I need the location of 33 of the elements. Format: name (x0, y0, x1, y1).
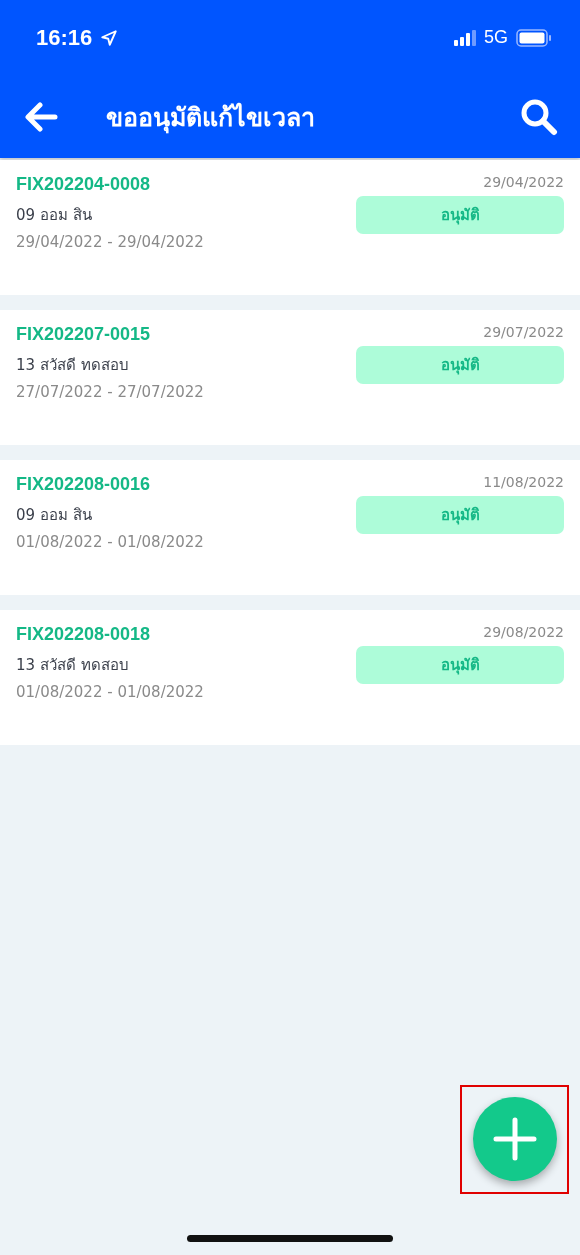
location-arrow-icon (100, 28, 119, 47)
date-range: 01/08/2022 - 01/08/2022 (16, 683, 204, 701)
status-badge: อนุมัติ (356, 646, 564, 684)
request-code: FIX202204-0008 (16, 174, 152, 195)
page-title: ขออนุมัติแก้ไขเวลา (106, 101, 316, 136)
employee-name: 13 สวัสดี ทดสอบ (16, 355, 130, 376)
request-code: FIX202208-0016 (16, 474, 152, 495)
request-card[interactable]: FIX202208-0016 09 ออม สิน 01/08/2022 - 01/08/2022 11/08/2022 อนุมัติ (0, 460, 580, 595)
date-range: 29/04/2022 - 29/04/2022 (16, 233, 204, 251)
employee-name: 13 สวัสดี ทดสอบ (16, 655, 130, 676)
status-badge: อนุมัติ (356, 346, 564, 384)
back-button[interactable] (24, 101, 58, 132)
employee-name: 09 ออม สิน (16, 205, 93, 226)
request-card[interactable]: FIX202208-0018 13 สวัสดี ทดสอบ 01/08/2022 - 01/08/2022 29/08/2022 อนุมัติ (0, 610, 580, 745)
status-badge: อนุมัติ (356, 196, 564, 234)
request-date: 29/04/2022 (483, 174, 564, 190)
date-range: 01/08/2022 - 01/08/2022 (16, 533, 204, 551)
network-label: 5G (484, 27, 508, 48)
signal-icon (454, 29, 476, 46)
employee-name: 09 ออม สิน (16, 505, 93, 526)
request-date: 29/07/2022 (483, 324, 564, 340)
battery-icon (516, 28, 552, 47)
search-button[interactable] (520, 97, 558, 136)
request-code: FIX202208-0018 (16, 624, 152, 645)
request-card[interactable]: FIX202204-0008 09 ออม สิน 29/04/2022 - 29/04/2022 29/04/2022 อนุมัติ (0, 160, 580, 295)
request-card[interactable]: FIX202207-0015 13 สวัสดี ทดสอบ 27/07/2022 - 27/07/2022 29/07/2022 อนุมัติ (0, 310, 580, 445)
status-badge: อนุมัติ (356, 496, 564, 534)
request-date: 11/08/2022 (483, 474, 564, 490)
request-date: 29/08/2022 (483, 624, 564, 640)
status-time: 16:16 (36, 24, 93, 51)
request-code: FIX202207-0015 (16, 324, 152, 345)
date-range: 27/07/2022 - 27/07/2022 (16, 383, 204, 401)
plus-icon (493, 1117, 537, 1161)
